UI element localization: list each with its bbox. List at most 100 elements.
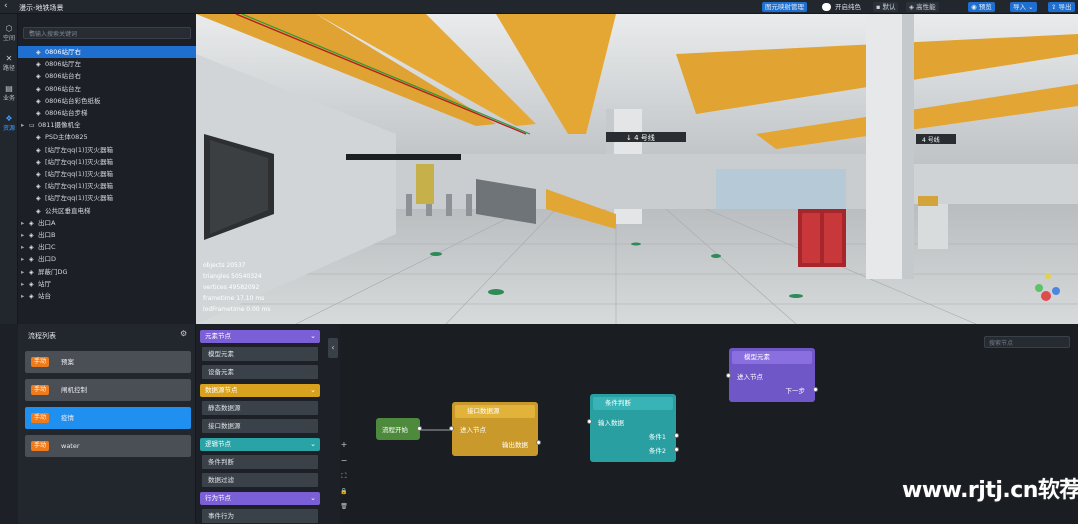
path-icon: ✕	[5, 54, 13, 63]
tree-item[interactable]: ▸ ▭ 0811摄像机全	[18, 119, 196, 131]
palette-node-item[interactable]: 模型元素	[202, 347, 318, 361]
tree-item[interactable]: ◈ 0806站台右	[18, 70, 196, 82]
palette-node-item[interactable]: 静态数据源	[202, 401, 318, 415]
node-flow-start[interactable]: 流程开始	[376, 418, 422, 440]
tree-item-label: PSD主体0825	[45, 133, 88, 142]
node-api-datasource[interactable]: 接口数据源 进入节点 输出数据	[449, 402, 541, 456]
node-port[interactable]	[417, 426, 422, 431]
node-port[interactable]	[813, 387, 818, 392]
node-search-placeholder: 搜索节点	[989, 340, 1014, 347]
tree-item[interactable]: ◈ [站厅左qq(1)]灭火器箱	[18, 192, 196, 204]
node-condition-header: 条件判断	[593, 397, 673, 410]
tree-item[interactable]: ◈ 0806站厅左	[18, 58, 196, 70]
tree-item[interactable]: ◈ [站厅左qq(1)]灭火器箱	[18, 168, 196, 180]
tree-item[interactable]: ◈ 公共区垂直电梯	[18, 205, 196, 217]
zoom-in-icon[interactable]: +	[339, 440, 349, 449]
delete-icon[interactable]: 🗑	[339, 503, 349, 510]
palette-section-header[interactable]: 元素节点 ⌄	[200, 330, 320, 343]
nav-path[interactable]: ✕ 路径	[0, 54, 18, 72]
gear-icon[interactable]: ⚙	[180, 329, 187, 338]
node-model-header: 模型元素	[732, 351, 812, 364]
palette-section-header[interactable]: 逻辑节点 ⌄	[200, 438, 320, 451]
caret-right-icon[interactable]: ▸	[21, 119, 29, 131]
node-condition[interactable]: 条件判断 输入数据 条件1 条件2	[587, 394, 679, 462]
node-model-element[interactable]: 模型元素 进入节点 下一步	[726, 348, 818, 402]
tree-item[interactable]: ▸ ◈ 出口B	[18, 229, 196, 241]
tree-item[interactable]: ▸ ◈ 出口D	[18, 253, 196, 265]
palette-node-item[interactable]: 数据过滤	[202, 473, 318, 487]
tree-item[interactable]: ◈ 0806站厅右	[18, 46, 196, 58]
model-icon: ◈	[36, 134, 41, 142]
palette-node-item[interactable]: 事件行为	[202, 509, 318, 523]
tree-item-label: 0806站台步梯	[45, 109, 88, 117]
tree-item[interactable]: ◈ [站厅左qq(1)]灭火器箱	[18, 156, 196, 168]
export-button[interactable]: ⇪ 导出	[1048, 2, 1075, 12]
node-port[interactable]	[674, 433, 679, 438]
zoom-out-icon[interactable]: −	[339, 456, 349, 465]
default-quality-button[interactable]: ▪ 默认	[873, 2, 899, 12]
caret-right-icon[interactable]: ▸	[21, 278, 29, 290]
search-icon[interactable]: ⌕	[29, 28, 187, 37]
node-port[interactable]	[449, 426, 454, 431]
tree-item[interactable]: ◈ 0806站台彩色纸板	[18, 95, 196, 107]
tree-item[interactable]: ◈ PSD主体0825	[18, 131, 196, 143]
node-port[interactable]	[674, 447, 679, 452]
chevron-left-icon[interactable]: ‹	[4, 1, 8, 11]
palette-section-title: 数据源节点	[205, 386, 238, 394]
nav-business[interactable]: ▤ 业务	[0, 84, 18, 102]
palette-section-title: 行为节点	[205, 494, 231, 502]
high-perf-button[interactable]: ◈ 高性能	[906, 2, 939, 12]
caret-right-icon[interactable]: ▸	[21, 266, 29, 278]
tree-item[interactable]: ◈ [站厅左qq(1)]灭火器箱	[18, 180, 196, 192]
flow-list-item[interactable]: 手动 疫情	[25, 407, 191, 429]
resource-icon: ❖	[5, 114, 13, 123]
tree-item-label: [站厅左qq(1)]灭火器箱	[45, 170, 114, 178]
palette-section-header[interactable]: 行为节点 ⌄	[200, 492, 320, 505]
tree-item-label: 出口B	[38, 231, 56, 239]
node-port[interactable]	[726, 373, 731, 378]
tree-item[interactable]: ▸ ◈ 站台	[18, 290, 196, 302]
collapse-palette-button[interactable]: ‹	[328, 338, 338, 358]
flow-list-item[interactable]: 手动 闸机控制	[25, 379, 191, 401]
tree-item-label: [站厅左qq(1)]灭火器箱	[45, 157, 114, 166]
model-icon: ◈	[29, 268, 34, 276]
flow-list-item[interactable]: 手动 预案	[25, 351, 191, 373]
palette-node-item[interactable]: 接口数据源	[202, 419, 318, 433]
node-search-input[interactable]: 搜索节点	[984, 336, 1070, 348]
caret-right-icon[interactable]: ▸	[21, 290, 29, 302]
node-condition-out1: 条件1	[648, 433, 666, 441]
palette-section-title: 元素节点	[205, 332, 231, 340]
default-label: 默认	[882, 3, 896, 11]
mapping-manage-button[interactable]: 图元映射管理	[762, 2, 807, 12]
lock-icon[interactable]: 🔒	[339, 488, 349, 495]
fit-view-icon[interactable]: ⛶	[339, 472, 349, 481]
nav-space[interactable]: ⬡ 空间	[0, 24, 18, 42]
node-port[interactable]	[536, 440, 541, 445]
nav-resource[interactable]: ❖ 资源	[0, 114, 18, 132]
tree-item[interactable]: ▸ ◈ 站厅	[18, 278, 196, 290]
palette-node-item[interactable]: 设备元素	[202, 365, 318, 379]
solid-color-toggle[interactable]	[822, 3, 831, 11]
palette-section-header[interactable]: 数据源节点 ⌄	[200, 384, 320, 397]
caret-right-icon[interactable]: ▸	[21, 229, 29, 241]
tree-item[interactable]: ◈ [站厅左qq(1)]灭火器箱	[18, 144, 196, 156]
tree-search-input[interactable]: 请输入搜索关键词 ⌕	[23, 27, 191, 39]
tree-item[interactable]: ▸ ◈ 屏蔽门DG	[18, 266, 196, 278]
tree-item[interactable]: ▸ ◈ 出口A	[18, 217, 196, 229]
node-port[interactable]	[587, 419, 592, 424]
top-toolbar: ‹ 漫示-地铁场景 图元映射管理 开启纯色 ▪ 默认 ◈ 高性能 ◉ 预览 导入…	[0, 0, 1078, 14]
3d-viewport[interactable]: ↓ 4 号线 4 号线 objects 20537 triangles 5054…	[196, 14, 1078, 324]
tree-item[interactable]: ▸ ◈ 出口C	[18, 241, 196, 253]
import-button[interactable]: 导入 ⌄	[1010, 2, 1037, 12]
nav-resource-label: 资源	[2, 125, 15, 132]
caret-right-icon[interactable]: ▸	[21, 241, 29, 253]
tree-item-label: 0806站台左	[45, 84, 82, 93]
tree-item[interactable]: ◈ 0806站台步梯	[18, 107, 196, 119]
palette-node-item[interactable]: 条件判断	[202, 455, 318, 469]
caret-right-icon[interactable]: ▸	[21, 217, 29, 229]
preview-button[interactable]: ◉ 预览	[968, 2, 995, 12]
model-icon: ◈	[29, 244, 34, 252]
tree-item[interactable]: ◈ 0806站台左	[18, 83, 196, 95]
caret-right-icon[interactable]: ▸	[21, 253, 29, 265]
flow-list-item[interactable]: 手动 water	[25, 435, 191, 457]
